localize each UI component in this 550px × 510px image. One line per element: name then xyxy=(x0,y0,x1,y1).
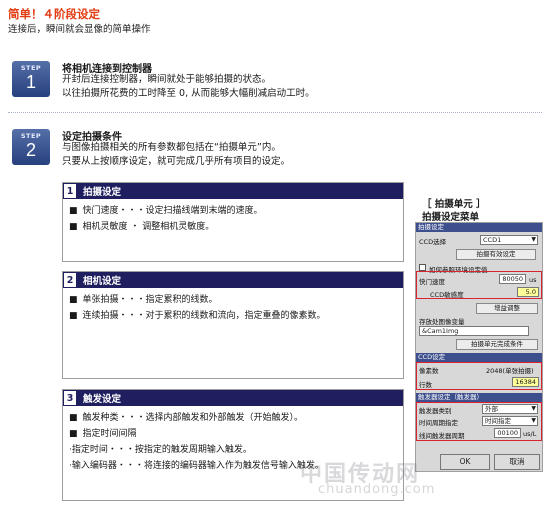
step2-label: STEP xyxy=(20,132,42,140)
divider xyxy=(8,112,542,113)
page-subtitle: 连接后，瞬间就会显像的简单操作 xyxy=(8,24,151,35)
step1-badge: STEP 1 xyxy=(12,61,50,97)
step2-line1: 与图像拍摄相关的所有参数都包括在“拍摄单元”内。 xyxy=(62,142,281,153)
section-capture-line: 相机灵敏度 ・ 调整相机灵敏度。 xyxy=(69,219,397,235)
section-capture: 1 拍摄设定 快门速度・・・设定扫描线端到末端的速度。 相机灵敏度 ・ 调整相机… xyxy=(62,182,404,262)
ok-button[interactable]: OK xyxy=(440,454,490,470)
done-condition-button[interactable]: 拍摄单元完成条件 xyxy=(456,339,538,350)
highlight-frame xyxy=(416,362,542,390)
section-trigger-line: 指定时间间隔 xyxy=(69,426,397,442)
section-capture-header: 1 拍摄设定 xyxy=(63,183,403,199)
step1-label: STEP xyxy=(20,64,42,72)
step1-line2: 以往拍摄所花费的工时降至 0, 从而能够大幅削减启动工时。 xyxy=(62,88,315,99)
highlight-frame xyxy=(416,271,542,299)
section-trigger-header: 3 触发设定 xyxy=(63,390,403,406)
section-capture-number: 1 xyxy=(63,183,77,199)
ccd-select-dropdown[interactable]: CCD1 ▼ xyxy=(480,235,538,245)
capture-valid-button[interactable]: 拍摄有效设定 xyxy=(456,249,536,260)
section-camera-title: 相机设定 xyxy=(83,276,122,287)
step2-line2: 只要从上按顺序设定，就可完成几乎所有项目的设定。 xyxy=(62,156,291,167)
env-checkbox[interactable] xyxy=(419,264,426,271)
ccd-select-value: CCD1 xyxy=(483,236,502,244)
panel-header-capture: 拍摄设定 xyxy=(416,223,542,232)
menu-caption: ［ 拍摄单元 ］ xyxy=(422,199,486,210)
ccd-select-label: CCD选择 xyxy=(419,238,447,246)
panel-header-trigger: 触发器设定（触发器） xyxy=(416,393,542,402)
page-title: 简单！４阶段设定 xyxy=(8,7,100,21)
section-camera-header: 2 相机设定 xyxy=(63,272,403,288)
gain-adjust-button[interactable]: 增益调整 xyxy=(476,303,538,314)
section-trigger-title: 触发设定 xyxy=(83,394,122,405)
step1-number: 1 xyxy=(25,72,36,92)
section-camera: 2 相机设定 单张拍摄・・・指定累积的线数。 连续拍摄・・・对于累积的线数和流向… xyxy=(62,271,404,379)
cancel-button[interactable]: 取消 xyxy=(494,454,540,470)
section-camera-line: 连续拍摄・・・对于累积的线数和流向，指定重叠的像素数。 xyxy=(69,308,397,324)
step2-number: 2 xyxy=(25,140,36,160)
chevron-down-icon: ▼ xyxy=(531,236,536,243)
section-camera-number: 2 xyxy=(63,272,77,288)
section-camera-line: 单张拍摄・・・指定累积的线数。 xyxy=(69,292,397,308)
section-trigger-number: 3 xyxy=(63,390,77,406)
step1-line1: 开封后连接控制器，瞬间就处于能够拍摄的状态。 xyxy=(62,74,272,85)
capture-settings-panel: 拍摄设定 CCD选择 CCD1 ▼ 拍摄有效设定 如何参照环境设定值 快门速度 … xyxy=(415,222,543,472)
section-capture-title: 拍摄设定 xyxy=(83,187,122,198)
step2-badge: STEP 2 xyxy=(12,129,50,165)
save-var-label: 存放处图像变量 xyxy=(419,318,465,326)
section-trigger-line: 触发种类・・・选择内部触发和外部触发（开始触发）。 xyxy=(69,410,397,426)
panel-header-ccd: CCD设定 xyxy=(416,353,542,362)
section-capture-line: 快门速度・・・设定扫描线端到末端的速度。 xyxy=(69,203,397,219)
highlight-frame xyxy=(416,402,542,441)
menu-caption-sub: 拍摄设定菜单 xyxy=(422,212,480,223)
watermark-url: chuandong.com xyxy=(318,482,436,497)
save-var-input[interactable]: &Cam1Img xyxy=(419,326,529,336)
